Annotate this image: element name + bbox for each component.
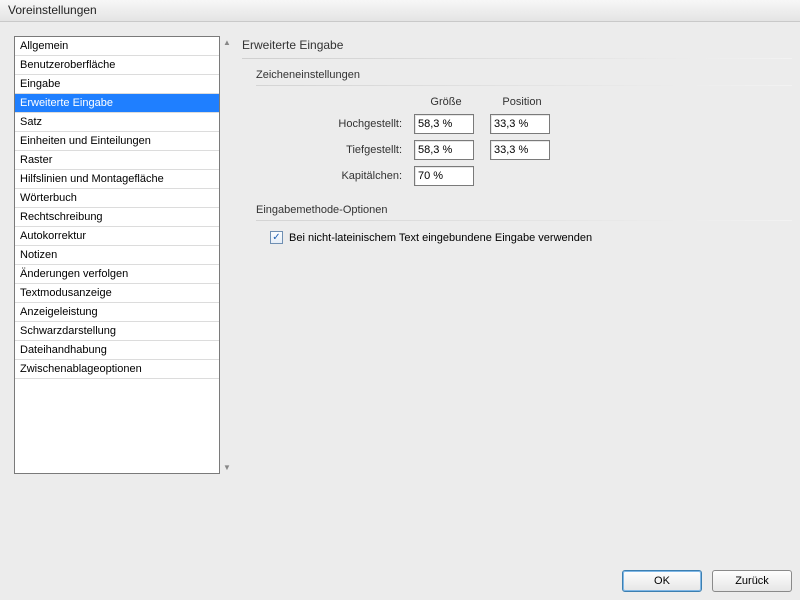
ok-button[interactable]: OK (622, 570, 702, 592)
sidebar-item--nderungen-verfolgen[interactable]: Änderungen verfolgen (15, 265, 219, 284)
column-header-size: Größe (414, 96, 478, 108)
group-title-input: Eingabemethode-Optionen (256, 204, 792, 216)
sidebar-item-allgemein[interactable]: Allgemein (15, 37, 219, 56)
divider (256, 220, 792, 221)
sidebar-item-textmodusanzeige[interactable]: Textmodusanzeige (15, 284, 219, 303)
group-character-settings: Zeicheneinstellungen Größe Position Hoch… (256, 69, 792, 186)
sidebar-item-autokorrektur[interactable]: Autokorrektur (15, 227, 219, 246)
sidebar-item-schwarzdarstellung[interactable]: Schwarzdarstellung (15, 322, 219, 341)
sidebar-item-zwischenablageoptionen[interactable]: Zwischenablageoptionen (15, 360, 219, 379)
inline-input-checkbox-label: Bei nicht-lateinischem Text eingebundene… (289, 232, 592, 244)
sidebar-item-benutzeroberfl-che[interactable]: Benutzeroberfläche (15, 56, 219, 75)
superscript-size-input[interactable] (414, 114, 474, 134)
window-title: Voreinstellungen (8, 3, 97, 17)
sidebar-item-erweiterte-eingabe[interactable]: Erweiterte Eingabe (15, 94, 219, 113)
group-title-chars: Zeicheneinstellungen (256, 69, 792, 81)
sidebar-item-dateihandhabung[interactable]: Dateihandhabung (15, 341, 219, 360)
label-subscript: Tiefgestellt: (282, 144, 402, 156)
label-superscript: Hochgestellt: (282, 118, 402, 130)
sidebar-item-notizen[interactable]: Notizen (15, 246, 219, 265)
sidebar-item-raster[interactable]: Raster (15, 151, 219, 170)
panel-main: Erweiterte Eingabe Zeicheneinstellungen … (242, 36, 792, 474)
sidebar-item-anzeigeleistung[interactable]: Anzeigeleistung (15, 303, 219, 322)
subscript-size-input[interactable] (414, 140, 474, 160)
label-smallcaps: Kapitälchen: (282, 170, 402, 182)
sidebar-item-rechtschreibung[interactable]: Rechtschreibung (15, 208, 219, 227)
back-button[interactable]: Zurück (712, 570, 792, 592)
superscript-position-input[interactable] (490, 114, 550, 134)
subscript-position-input[interactable] (490, 140, 550, 160)
inline-input-checkbox[interactable]: ✓ (270, 231, 283, 244)
sidebar-item-eingabe[interactable]: Eingabe (15, 75, 219, 94)
sidebar-scroll-indicator: ▲ ▼ (220, 36, 234, 474)
scroll-up-icon[interactable]: ▲ (220, 38, 234, 47)
column-header-position: Position (490, 96, 554, 108)
panel-title: Erweiterte Eingabe (242, 38, 792, 52)
group-input-method: Eingabemethode-Optionen ✓ Bei nicht-late… (256, 204, 792, 244)
category-sidebar: AllgemeinBenutzeroberflächeEingabeErweit… (14, 36, 220, 474)
sidebar-item-hilfslinien-und-montagefl-che[interactable]: Hilfslinien und Montagefläche (15, 170, 219, 189)
scroll-down-icon[interactable]: ▼ (220, 463, 234, 472)
sidebar-item-satz[interactable]: Satz (15, 113, 219, 132)
smallcaps-size-input[interactable] (414, 166, 474, 186)
sidebar-item-w-rterbuch[interactable]: Wörterbuch (15, 189, 219, 208)
sidebar-item-einheiten-und-einteilungen[interactable]: Einheiten und Einteilungen (15, 132, 219, 151)
dialog-footer: OK Zurück (622, 570, 792, 592)
divider (242, 58, 792, 59)
window-titlebar: Voreinstellungen (0, 0, 800, 22)
divider (256, 85, 792, 86)
